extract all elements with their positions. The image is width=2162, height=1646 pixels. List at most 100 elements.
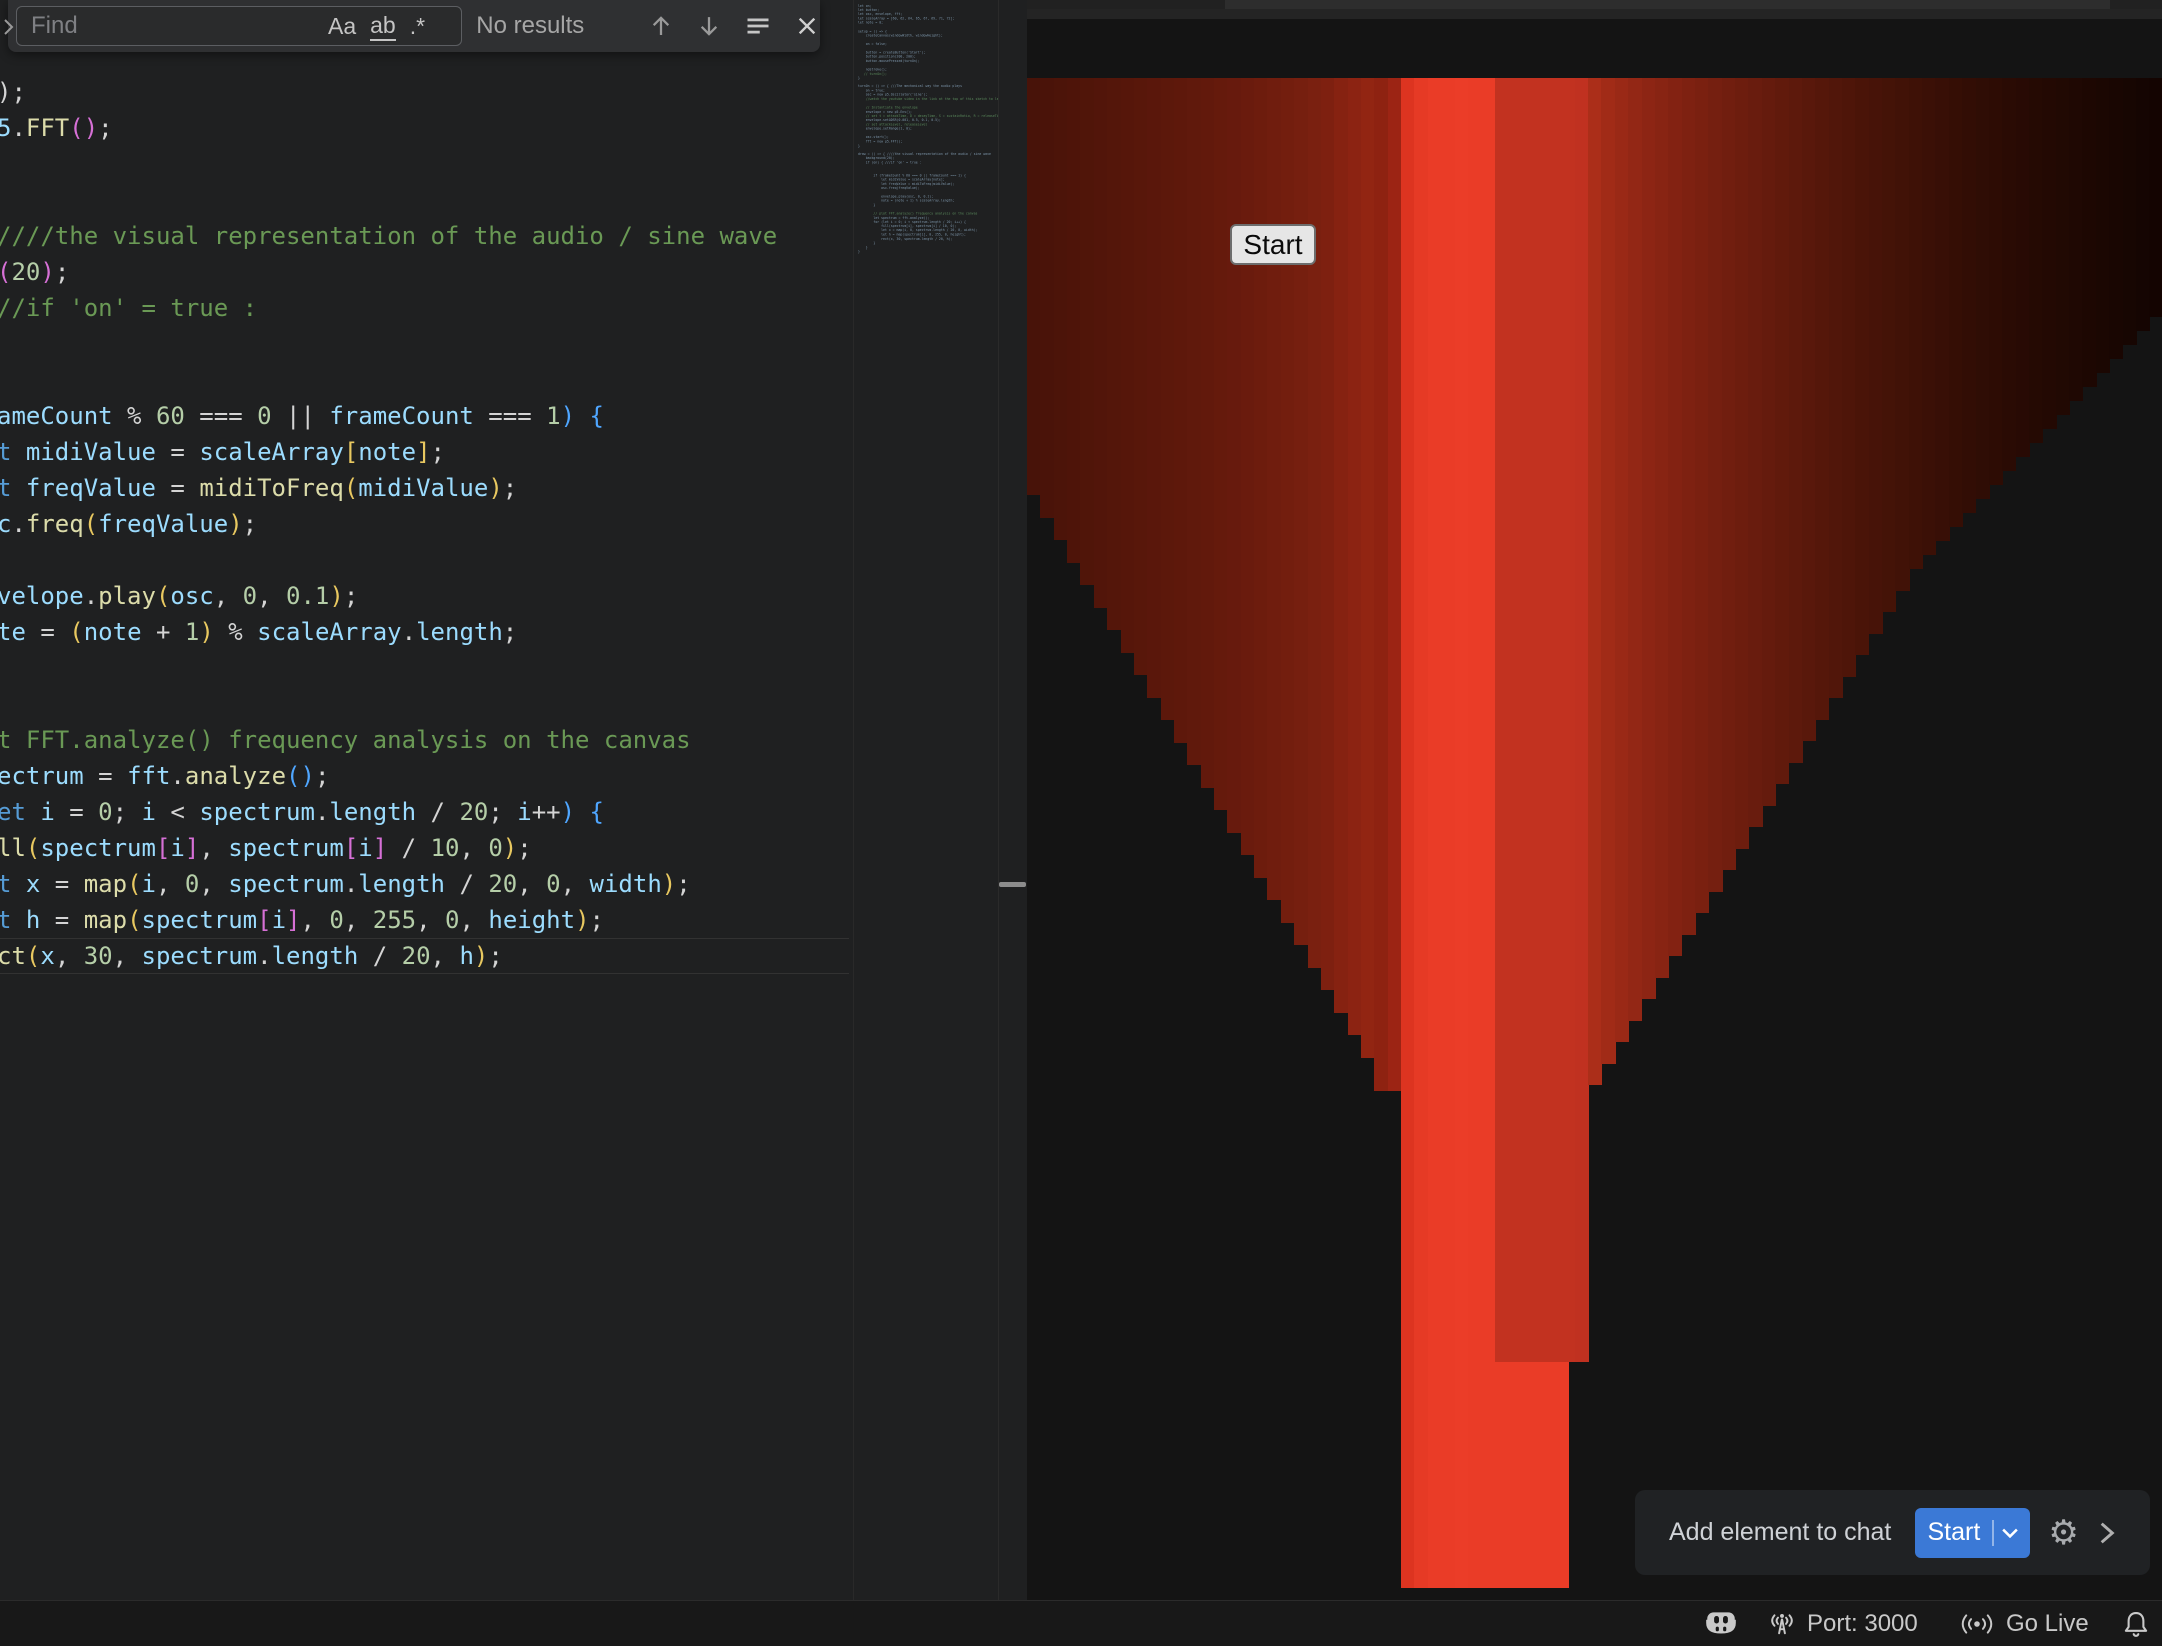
chevron-right-icon[interactable] — [2099, 1521, 2115, 1545]
live-preview-panel: Start Add element to chat Start ⚙ — [1027, 0, 2162, 1600]
code-line[interactable]: ll(spectrum[i], spectrum[i] / 10, 0); — [0, 830, 849, 866]
code-line[interactable]: ectrum = fft.analyze(); — [0, 758, 849, 794]
spectrum-bar — [2069, 78, 2083, 401]
copilot-icon[interactable] — [1703, 1601, 1739, 1646]
spectrum-bar — [1642, 78, 1656, 999]
fft-spectrum-canvas — [1027, 0, 2162, 1588]
code-line[interactable]: ); — [0, 74, 849, 110]
code-line[interactable]: t freqValue = midiToFreq(midiValue); — [0, 470, 849, 506]
spectrum-bar — [1294, 78, 1308, 945]
code-line[interactable] — [0, 146, 849, 182]
spectrum-bar — [1655, 78, 1669, 978]
live-server-port[interactable]: Port: 3000 — [1767, 1601, 1918, 1646]
arrow-down-icon[interactable] — [696, 12, 722, 40]
spectrum-bar — [1134, 78, 1148, 675]
code-line[interactable]: (20); — [0, 254, 849, 290]
code-line[interactable]: et i = 0; i < spectrum.length / 20; i++)… — [0, 794, 849, 830]
spectrum-bar — [2029, 78, 2043, 443]
overlay-start-label: Start — [1927, 1518, 1980, 1547]
code-line[interactable]: te = (note + 1) % scaleArray.length; — [0, 614, 849, 650]
spectrum-bar — [1187, 78, 1201, 765]
spectrum-bar — [1254, 78, 1268, 878]
spectrum-bar — [1054, 78, 1068, 540]
spectrum-bar — [1748, 78, 1762, 827]
spectrum-bar — [1829, 78, 1843, 698]
code-line[interactable]: t x = map(i, 0, spectrum.length / 20, 0,… — [0, 866, 849, 902]
code-line[interactable] — [0, 182, 849, 218]
spectrum-bar — [1909, 78, 1923, 569]
code-line[interactable]: t FFT.analyze() frequency analysis on th… — [0, 722, 849, 758]
find-widget: Aa ab .* No results — [8, 0, 820, 52]
toggle-replace-chevron-icon[interactable] — [4, 16, 14, 43]
spectrum-bar — [1401, 78, 1415, 1588]
spectrum-bar — [2016, 78, 2030, 457]
spectrum-bar — [1241, 78, 1255, 855]
code-line[interactable] — [0, 542, 849, 578]
spectrum-bar — [1628, 78, 1642, 1021]
spectrum-bar — [1588, 78, 1602, 1085]
spectrum-bar — [1121, 78, 1135, 653]
spectrum-bar — [1481, 78, 1495, 1588]
find-input[interactable] — [17, 12, 321, 40]
find-input-box: Aa ab .* — [16, 6, 462, 46]
bell-icon[interactable] — [2122, 1601, 2150, 1646]
spectrum-bar — [1561, 78, 1575, 1362]
spectrum-bar — [1227, 78, 1241, 833]
arrow-up-icon[interactable] — [648, 12, 674, 40]
add-element-label: Add element to chat — [1669, 1518, 1891, 1547]
code-line[interactable] — [0, 362, 849, 398]
spectrum-bar — [1067, 78, 1081, 563]
match-case-icon[interactable]: Aa — [328, 12, 356, 40]
spectrum-bar — [1882, 78, 1896, 612]
spectrum-bar — [1428, 78, 1442, 1588]
overlay-start-button[interactable]: Start — [1915, 1508, 2030, 1558]
spectrum-bar — [1094, 78, 1108, 608]
whole-word-icon[interactable]: ab — [370, 11, 396, 41]
spectrum-bar — [2042, 78, 2056, 429]
spectrum-bar — [1695, 78, 1709, 913]
code-line[interactable]: 5.FFT(); — [0, 110, 849, 146]
find-in-selection-icon[interactable] — [744, 12, 772, 40]
code-line[interactable]: t h = map(spectrum[i], 0, 255, 0, height… — [0, 902, 849, 938]
minimap[interactable]: let on;let button;let osc, envelope, fft… — [853, 0, 999, 1600]
spectrum-bar — [1508, 78, 1522, 1362]
spectrum-bar — [1441, 78, 1455, 1588]
spectrum-bar — [2149, 78, 2162, 317]
chevron-down-icon[interactable] — [2002, 1528, 2018, 1538]
code-line[interactable] — [0, 686, 849, 722]
go-live[interactable]: Go Live — [1958, 1601, 2089, 1646]
spectrum-bar — [1374, 78, 1388, 1091]
spectrum-bar — [1495, 78, 1509, 1362]
close-icon[interactable] — [794, 13, 820, 39]
code-line[interactable] — [0, 650, 849, 686]
spectrum-bar — [1935, 78, 1949, 541]
code-line[interactable]: ////the visual representation of the aud… — [0, 218, 849, 254]
spectrum-bar — [1147, 78, 1161, 698]
code-editor[interactable]: );5.FFT(); ////the visual representation… — [0, 74, 849, 974]
regex-icon[interactable]: .* — [410, 12, 425, 40]
minimap-content: let on;let button;let osc, envelope, fft… — [854, 0, 999, 254]
code-line[interactable]: t midiValue = scaleArray[note]; — [0, 434, 849, 470]
spectrum-bar — [1668, 78, 1682, 956]
code-line[interactable]: c.freq(freqValue); — [0, 506, 849, 542]
splitter-handle[interactable] — [999, 882, 1026, 887]
spectrum-bar — [1962, 78, 1976, 513]
spectrum-bar — [1735, 78, 1749, 849]
spectrum-bar — [1521, 78, 1535, 1362]
code-line[interactable] — [0, 326, 849, 362]
spectrum-bar — [1361, 78, 1375, 1058]
sketch-start-button[interactable]: Start — [1230, 224, 1316, 265]
spectrum-bar — [1922, 78, 1936, 555]
spectrum-bar — [1161, 78, 1175, 720]
spectrum-bar — [1334, 78, 1348, 1013]
gear-icon[interactable]: ⚙ — [2048, 1516, 2078, 1550]
spectrum-bar — [1895, 78, 1909, 591]
code-line[interactable]: velope.play(osc, 0, 0.1); — [0, 578, 849, 614]
spectrum-bar — [2082, 78, 2096, 387]
spectrum-bar — [1802, 78, 1816, 741]
code-line[interactable]: //if 'on' = true : — [0, 290, 849, 326]
code-line[interactable]: ameCount % 60 === 0 || frameCount === 1)… — [0, 398, 849, 434]
radio-tower-icon — [1767, 1609, 1797, 1639]
spectrum-bar — [1615, 78, 1629, 1042]
spectrum-bar — [1762, 78, 1776, 806]
